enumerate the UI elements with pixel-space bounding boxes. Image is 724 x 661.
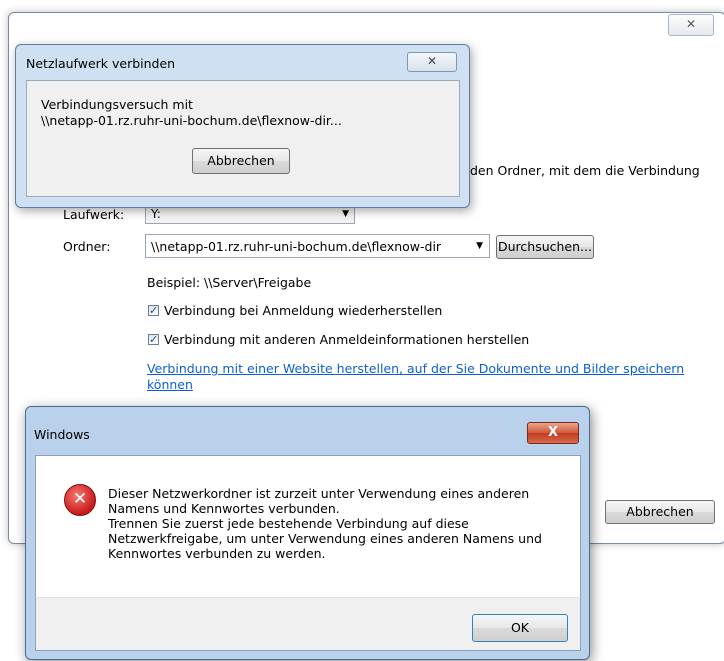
website-link-continued[interactable]: können bbox=[147, 377, 193, 392]
map-drive-description: den Ordner, mit dem die Verbindung bbox=[470, 163, 700, 178]
error-message-line: Dieser Netzwerkordner ist zurzeit unter … bbox=[108, 486, 530, 501]
reconnect-checkbox-label: Verbindung bei Anmeldung wiederherstelle… bbox=[164, 303, 443, 318]
error-dialog-title: Windows bbox=[34, 427, 90, 442]
example-text: Beispiel: \\Server\Freigabe bbox=[147, 275, 312, 290]
error-icon: ✕ bbox=[64, 484, 96, 516]
connecting-line-2: \\netapp-01.rz.ruhr-uni-bochum.de\flexno… bbox=[41, 113, 342, 128]
error-message-line: Netzwerkfreigabe, um unter Verwendung ei… bbox=[108, 531, 542, 546]
error-message-line: Kennwortes verbunden zu werden. bbox=[108, 546, 326, 561]
connecting-line-1: Verbindungsversuch mit bbox=[41, 97, 193, 112]
reconnect-checkbox[interactable]: ✓ bbox=[148, 305, 159, 316]
other-credentials-checkbox-label: Verbindung mit anderen Anmeldeinformatio… bbox=[164, 332, 530, 347]
drive-select-value: Y: bbox=[151, 207, 161, 221]
error-message-line: Trennen Sie zuerst jede bestehende Verbi… bbox=[108, 516, 469, 531]
connecting-dialog-title: Netzlaufwerk verbinden bbox=[26, 56, 176, 71]
folder-label: Ordner: bbox=[63, 239, 111, 254]
main-cancel-button[interactable]: Abbrechen bbox=[605, 500, 715, 524]
ok-button[interactable]: OK bbox=[472, 614, 568, 642]
map-drive-close-button[interactable]: ✕ bbox=[668, 14, 714, 36]
checkmark-icon: ✓ bbox=[149, 333, 159, 346]
folder-input-value: \\netapp-01.rz.ruhr-uni-bochum.de\flexno… bbox=[151, 239, 442, 254]
website-link[interactable]: Verbindung mit einer Website herstellen,… bbox=[147, 361, 684, 376]
chevron-down-icon: ▼ bbox=[342, 209, 349, 219]
error-message-line: Namens und Kennwortes verbunden. bbox=[108, 501, 340, 516]
checkmark-icon: ✓ bbox=[149, 304, 159, 317]
error-close-button[interactable]: X bbox=[527, 422, 579, 444]
drive-label: Laufwerk: bbox=[63, 207, 125, 222]
chevron-down-icon: ▼ bbox=[476, 241, 483, 251]
other-credentials-checkbox[interactable]: ✓ bbox=[148, 334, 159, 345]
folder-input[interactable]: \\netapp-01.rz.ruhr-uni-bochum.de\flexno… bbox=[145, 234, 490, 258]
connecting-cancel-button[interactable]: Abbrechen bbox=[192, 148, 290, 174]
browse-button[interactable]: Durchsuchen... bbox=[496, 235, 594, 259]
connecting-close-button[interactable]: ✕ bbox=[407, 52, 457, 72]
